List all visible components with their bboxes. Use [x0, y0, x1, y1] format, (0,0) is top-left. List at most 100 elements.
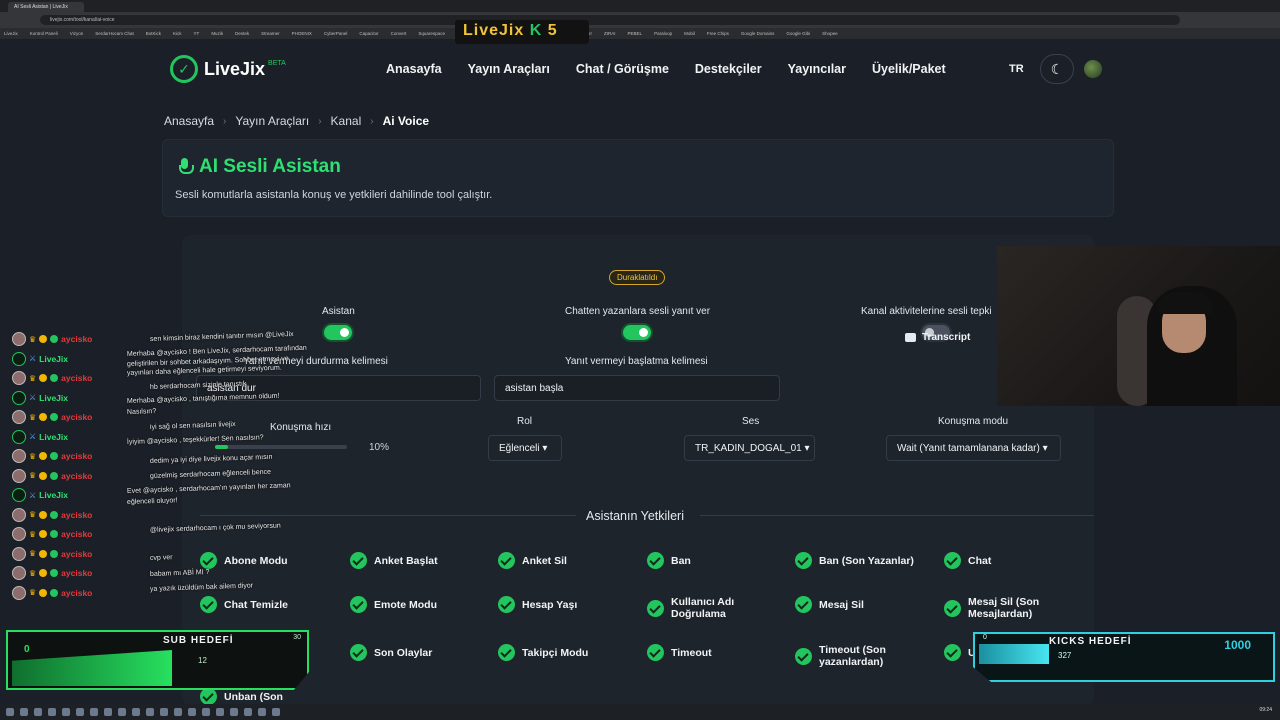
taskbar-app-icon[interactable] [174, 708, 182, 716]
sub-goal-count: 12 [198, 656, 207, 665]
taskbar-app-icon[interactable] [216, 708, 224, 716]
chat-username[interactable]: aycisko [61, 334, 92, 344]
chat-username[interactable]: aycisko [61, 412, 92, 422]
bookmark-item[interactable]: SerdarHocam Chat [95, 31, 134, 36]
transcript-button[interactable]: Transcript [905, 332, 970, 343]
bookmark-item[interactable]: Streamer [261, 31, 280, 36]
bookmark-item[interactable]: Kick [173, 31, 182, 36]
bookmark-item[interactable]: Destek [235, 31, 249, 36]
taskbar-app-icon[interactable] [20, 708, 28, 716]
language-switch[interactable]: TR [1009, 63, 1024, 75]
bookmark-item[interactable]: BotKick [146, 31, 161, 36]
logo[interactable]: ✓ LiveJix BETA [170, 55, 286, 83]
bookmark-item[interactable]: Kontrol Paneli [30, 31, 58, 36]
permission-item[interactable]: Mesaj Sil [795, 596, 935, 613]
bookmark-item[interactable]: LiveJix [4, 31, 18, 36]
breadcrumb-item[interactable]: Kanal [331, 114, 362, 128]
permission-item[interactable]: Emote Modu [350, 596, 490, 613]
bookmark-item[interactable]: CyberPanel [324, 31, 348, 36]
chat-username[interactable]: aycisko [61, 568, 92, 578]
breadcrumb-item[interactable]: Yayın Araçları [235, 114, 309, 128]
taskbar-app-icon[interactable] [62, 708, 70, 716]
chat-username[interactable]: aycisko [61, 510, 92, 520]
nav-item[interactable]: Yayın Araçları [468, 62, 550, 76]
bookmark-item[interactable]: Shopee [822, 31, 838, 36]
permission-item[interactable]: Son Olaylar [350, 644, 490, 661]
chat-reply-toggle[interactable] [623, 325, 651, 340]
breadcrumb-item[interactable]: Anasayfa [164, 114, 214, 128]
assistant-toggle[interactable] [324, 325, 352, 340]
taskbar-app-icon[interactable] [76, 708, 84, 716]
badge-icon [39, 374, 48, 382]
bookmark-item[interactable]: Google Gibi [786, 31, 810, 36]
taskbar-app-icon[interactable] [258, 708, 266, 716]
bookmark-item[interactable]: YT [194, 31, 200, 36]
bookmark-item[interactable]: Capacitor [359, 31, 378, 36]
taskbar-app-icon[interactable] [34, 708, 42, 716]
permission-item[interactable]: Ban [647, 552, 787, 569]
bookmark-item[interactable]: Free Chips [707, 31, 729, 36]
permission-item[interactable]: Mesaj Sil (Son Mesajlardan) [944, 596, 1084, 620]
bookmark-item[interactable]: PEBEL [628, 31, 643, 36]
nav-item[interactable]: Chat / Görüşme [576, 62, 669, 76]
bookmark-item[interactable]: ZIRAI [604, 31, 616, 36]
chat-username[interactable]: aycisko [61, 588, 92, 598]
nav-item[interactable]: Yayıncılar [788, 62, 846, 76]
taskbar-app-icon[interactable] [118, 708, 126, 716]
nav-item[interactable]: Anasayfa [386, 62, 442, 76]
bookmark-item[interactable]: Vizyon [70, 31, 83, 36]
permission-item[interactable]: Anket Sil [498, 552, 638, 569]
permission-item[interactable]: Kullanıcı Adı Doğrulama [647, 596, 787, 620]
permission-item[interactable]: Timeout (Son yazanlardan) [795, 644, 935, 668]
taskbar-app-icon[interactable] [146, 708, 154, 716]
taskbar-app-icon[interactable] [6, 708, 14, 716]
talk-mode-select[interactable]: Wait (Yanıt tamamlanana kadar) ▾ [886, 435, 1061, 461]
taskbar-app-icon[interactable] [48, 708, 56, 716]
url-input[interactable]: livejix.com/tool/kanal/ai-voice [40, 15, 1180, 25]
taskbar-app-icon[interactable] [160, 708, 168, 716]
chat-username[interactable]: aycisko [61, 471, 92, 481]
chat-username[interactable]: aycisko [61, 373, 92, 383]
taskbar-app-icon[interactable] [230, 708, 238, 716]
taskbar-app-icon[interactable] [104, 708, 112, 716]
start-word-input[interactable]: asistan başla [494, 375, 780, 401]
bookmark-item[interactable]: PHOENIX [292, 31, 312, 36]
bookmark-item[interactable]: Squarespace [418, 31, 445, 36]
taskbar-app-icon[interactable] [272, 708, 280, 716]
chat-username[interactable]: aycisko [61, 529, 92, 539]
theme-toggle-button[interactable]: ☾ [1040, 54, 1074, 84]
nav-item[interactable]: Destekçiler [695, 62, 762, 76]
role-select[interactable]: Eğlenceli ▾ [488, 435, 562, 461]
chat-username[interactable]: LiveJix [39, 490, 68, 500]
bookmark-item[interactable]: Convert [391, 31, 407, 36]
permission-item[interactable]: Hesap Yaşı [498, 596, 638, 613]
permission-item[interactable]: Anket Başlat [350, 552, 490, 569]
user-avatar[interactable] [1084, 60, 1102, 78]
bookmark-item[interactable]: Mobil [684, 31, 695, 36]
taskbar-app-icon[interactable] [244, 708, 252, 716]
crown-icon: ♛ [29, 451, 37, 461]
permission-item[interactable]: Takipçi Modu [498, 644, 638, 661]
taskbar-app-icon[interactable] [202, 708, 210, 716]
taskbar-app-icon[interactable] [90, 708, 98, 716]
permission-item[interactable]: Unban (Son [200, 688, 340, 705]
permission-item[interactable]: Chat [944, 552, 1084, 569]
bookmark-item[interactable]: Muzik [211, 31, 223, 36]
chat-username[interactable]: LiveJix [39, 354, 68, 364]
chat-username[interactable]: aycisko [61, 451, 92, 461]
kicks-goal-count: 327 [1058, 651, 1072, 660]
voice-select[interactable]: TR_KADIN_DOGAL_01 ▾ [684, 435, 815, 461]
chat-username[interactable]: LiveJix [39, 432, 68, 442]
permission-label: Mesaj Sil (Son Mesajlardan) [968, 596, 1040, 620]
bookmark-item[interactable]: Google Domains [741, 31, 775, 36]
taskbar-app-icon[interactable] [132, 708, 140, 716]
browser-tab[interactable]: AI Sesli Asistan | LiveJix [8, 2, 84, 12]
taskbar-app-icon[interactable] [188, 708, 196, 716]
chat-username[interactable]: LiveJix [39, 393, 68, 403]
chat-username[interactable]: aycisko [61, 549, 92, 559]
permission-item[interactable]: Ban (Son Yazanlar) [795, 552, 935, 569]
chat-row: ⚔ LiveJix [12, 429, 68, 444]
permission-item[interactable]: Timeout [647, 644, 787, 661]
nav-item[interactable]: Üyelik/Paket [872, 62, 946, 76]
bookmark-item[interactable]: Paraloop [654, 31, 672, 36]
